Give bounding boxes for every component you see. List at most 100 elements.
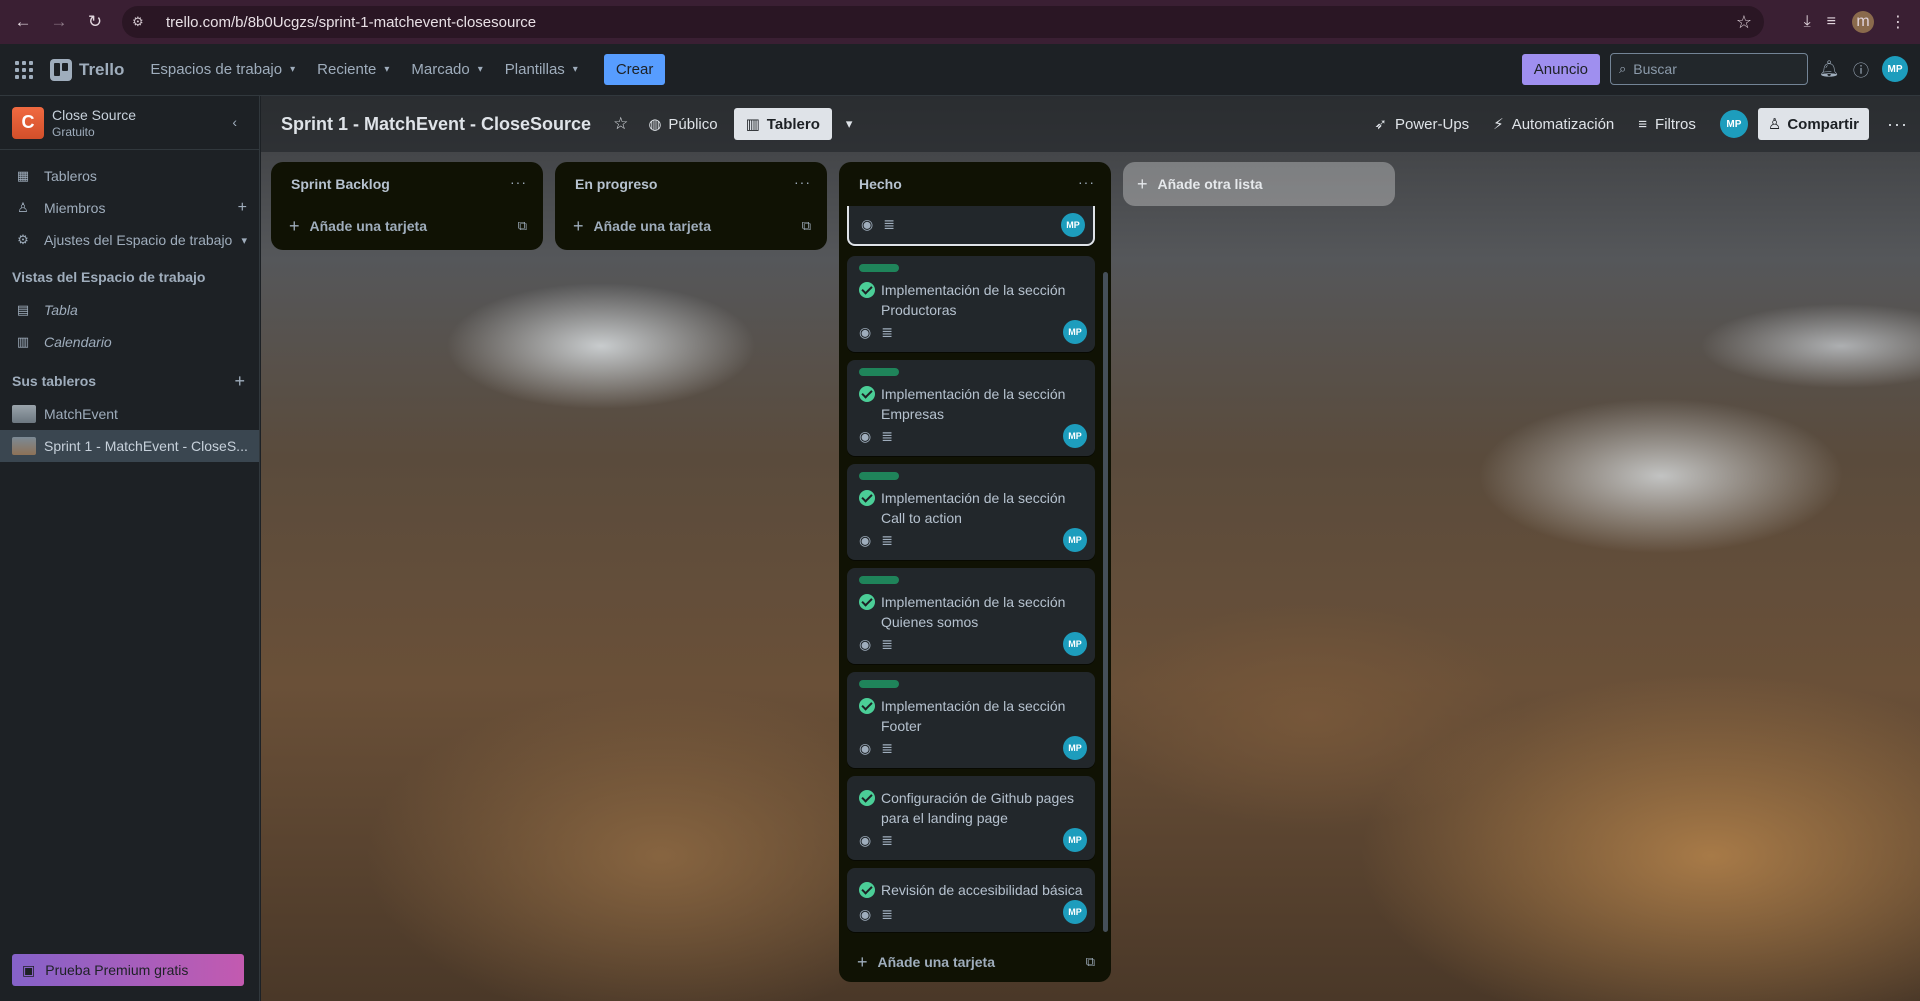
browser-menu-icon[interactable]: ⋮ [1890, 12, 1906, 32]
green-label[interactable] [859, 680, 899, 688]
add-card-button[interactable]: + Añade una tarjeta ⧉ [839, 942, 1111, 982]
card[interactable]: Implementación de la sección Call to act… [847, 464, 1095, 560]
sidebar-item-label: Miembros [44, 200, 106, 216]
card[interactable]: Configuración de Github pages para el la… [847, 776, 1095, 860]
menu-workspaces[interactable]: Espacios de trabajo ▾ [150, 61, 295, 78]
list-title[interactable]: En progreso [575, 176, 657, 192]
help-icon[interactable]: ⓘ [1850, 57, 1872, 81]
board-title[interactable]: Sprint 1 - MatchEvent - CloseSource [281, 114, 591, 135]
menu-label: Espacios de trabajo [150, 61, 283, 78]
add-board-icon[interactable]: + [234, 371, 245, 392]
list-menu-icon[interactable]: ··· [794, 174, 811, 190]
member-icon: ♙ [17, 200, 29, 215]
card-member-avatar[interactable]: MP [1063, 528, 1087, 552]
check-circle-icon[interactable] [859, 790, 875, 806]
trello-logo[interactable]: Trello [50, 58, 124, 81]
sidebar-item-calendar-view[interactable]: ▥ Calendario [0, 326, 259, 358]
collapse-sidebar-icon[interactable]: ‹ [232, 114, 237, 130]
card-template-icon[interactable]: ⧉ [802, 218, 811, 234]
list-title[interactable]: Hecho [859, 176, 902, 192]
add-list-button[interactable]: + Añade otra lista [1123, 162, 1395, 206]
card[interactable]: Revisión de accesibilidad básica ◉ ≣ MP [847, 868, 1095, 932]
green-label[interactable] [859, 368, 899, 376]
section-label: Vistas del Espacio de trabajo [12, 269, 206, 285]
more-options-icon[interactable]: ··· [1887, 114, 1908, 135]
sidebar-board-matchevent[interactable]: MatchEvent [0, 398, 259, 430]
card-member-avatar[interactable]: MP [1063, 828, 1087, 852]
filters-button[interactable]: ≡ Filtros [1638, 116, 1696, 133]
chevron-down-icon[interactable]: ▾ [846, 116, 853, 132]
power-ups-button[interactable]: ➶ Power-Ups [1374, 115, 1469, 134]
watch-eye-icon: ◉ [859, 324, 872, 340]
site-settings-icon[interactable]: ⚙ [132, 14, 150, 30]
watch-eye-icon: ◉ [859, 428, 872, 444]
premium-icon: ▣ [22, 961, 36, 978]
star-icon[interactable]: ☆ [613, 114, 628, 134]
card-member-avatar[interactable]: MP [1063, 900, 1087, 924]
check-circle-icon[interactable] [859, 594, 875, 610]
card-template-icon[interactable]: ⧉ [518, 218, 527, 234]
check-circle-icon[interactable] [859, 282, 875, 298]
reading-list-icon[interactable]: ≡ [1827, 13, 1836, 31]
check-circle-icon[interactable] [859, 698, 875, 714]
action-label: Filtros [1655, 115, 1696, 133]
sidebar-board-sprint-1[interactable]: Sprint 1 - MatchEvent - CloseS... [0, 430, 259, 462]
card-member-avatar[interactable]: MP [1063, 424, 1087, 448]
browser-profile-avatar[interactable]: m [1852, 11, 1874, 33]
chevron-down-icon: ▾ [477, 64, 483, 75]
sidebar-item-table-view[interactable]: ▤ Tabla [0, 294, 259, 326]
share-button[interactable]: ♙ Compartir [1757, 108, 1870, 140]
green-label[interactable] [859, 264, 899, 272]
create-button[interactable]: Crear [603, 54, 666, 85]
list-title[interactable]: Sprint Backlog [291, 176, 390, 192]
card-member-avatar[interactable]: MP [1063, 632, 1087, 656]
address-bar[interactable]: ⚙ trello.com/b/8b0Ucgzs/sprint-1-matchev… [122, 6, 1764, 38]
promo-button[interactable]: Anuncio [1521, 53, 1600, 85]
add-member-icon[interactable]: + [238, 199, 247, 217]
workspace-header: C Close Source Gratuito ‹ [0, 96, 259, 150]
menu-templates[interactable]: Plantillas ▾ [505, 61, 578, 78]
sidebar-item-settings[interactable]: ⚙ Ajustes del Espacio de trabajo ▾ [0, 224, 259, 256]
card[interactable]: Implementación de la sección Footer ◉ ≣ M… [847, 672, 1095, 768]
rocket-icon: ➶ [1374, 116, 1387, 133]
search-field[interactable]: ⌕ [1610, 53, 1808, 85]
add-card-button[interactable]: + Añade una tarjeta ⧉ [271, 206, 543, 246]
check-circle-icon[interactable] [859, 386, 875, 402]
notifications-icon[interactable]: 🔔︎ [1818, 59, 1840, 79]
menu-recent[interactable]: Reciente ▾ [317, 61, 389, 78]
account-avatar[interactable]: MP [1882, 56, 1908, 82]
card[interactable]: Implementación de la sección Empresas ◉ ≣… [847, 360, 1095, 456]
card-member-avatar[interactable]: MP [1061, 213, 1085, 237]
board-member-avatar[interactable]: MP [1719, 110, 1748, 138]
green-label[interactable] [859, 576, 899, 584]
automation-button[interactable]: ⚡︎ Automatización [1493, 115, 1614, 134]
card-partial[interactable]: ◉ ≣ MP [847, 206, 1095, 246]
list-scrollbar[interactable] [1103, 272, 1108, 932]
menu-starred[interactable]: Marcado ▾ [411, 61, 482, 78]
sidebar-item-boards[interactable]: ▦ Tableros [0, 160, 259, 192]
card[interactable]: Implementación de la sección Productoras… [847, 256, 1095, 352]
add-card-button[interactable]: + Añade una tarjeta ⧉ [555, 206, 827, 246]
back-icon[interactable]: ← [10, 9, 36, 35]
list-menu-icon[interactable]: ··· [510, 174, 527, 190]
forward-icon[interactable]: → [46, 9, 72, 35]
card-member-avatar[interactable]: MP [1063, 320, 1087, 344]
premium-trial-button[interactable]: ▣ Prueba Premium gratis [12, 954, 244, 986]
sidebar-item-members[interactable]: ♙ Miembros + [0, 192, 259, 224]
bookmark-star-icon[interactable]: ☆ [1736, 12, 1752, 33]
card-template-icon[interactable]: ⧉ [1086, 954, 1095, 970]
card[interactable]: Implementación de la sección Quienes som… [847, 568, 1095, 664]
card-member-avatar[interactable]: MP [1063, 736, 1087, 760]
search-input[interactable] [1633, 61, 1784, 77]
plus-icon: + [1137, 173, 1148, 194]
visibility-button[interactable]: ◍ Público [648, 115, 717, 134]
app-switcher-icon[interactable] [12, 58, 36, 82]
check-circle-icon[interactable] [859, 882, 875, 898]
board-view-button[interactable]: ▥ Tablero [733, 108, 832, 140]
card-title: Revisión de accesibilidad básica [881, 882, 1083, 898]
check-circle-icon[interactable] [859, 490, 875, 506]
reload-icon[interactable]: ↻ [82, 9, 108, 35]
download-icon[interactable]: ⤓ [1804, 13, 1811, 31]
list-menu-icon[interactable]: ··· [1078, 174, 1095, 190]
green-label[interactable] [859, 472, 899, 480]
